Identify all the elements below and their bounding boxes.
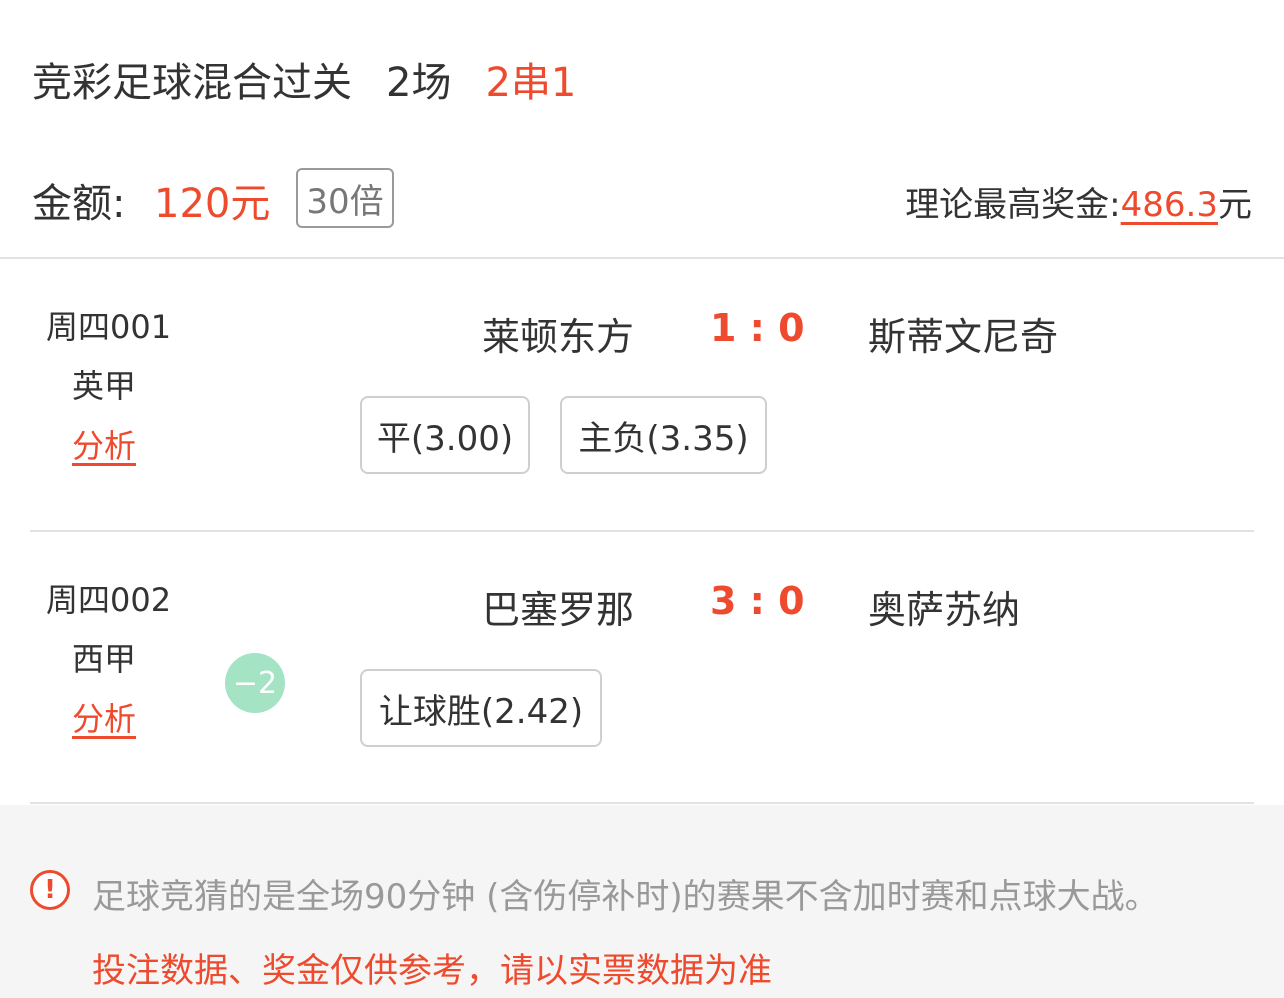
max-prize-label: 理论最高奖金: — [905, 185, 1121, 225]
league-name: 西甲 — [72, 640, 137, 678]
max-prize: 理论最高奖金:486.3元 — [905, 177, 1252, 226]
handicap-badge: −2 — [225, 653, 285, 713]
amount-label: 金额: — [32, 181, 126, 227]
notice-panel: ! 足球竞猜的是全场90分钟 (含伤停补时)的赛果不含加时赛和点球大战。 投注数… — [0, 805, 1284, 998]
bet-option-home-loss[interactable]: 主负(3.35) — [560, 396, 767, 474]
home-team: 莱顿东方 — [482, 315, 635, 359]
max-prize-value[interactable]: 486.3 — [1121, 185, 1218, 225]
rule-notice: 足球竞猜的是全场90分钟 (含伤停补时)的赛果不含加时赛和点球大战。 — [92, 877, 1159, 917]
match-score: 3 : 0 — [710, 579, 805, 623]
exclamation-circle-icon: ! — [30, 870, 70, 910]
amount-row: 金额: 120元 30倍 理论最高奖金:486.3元 — [32, 165, 1252, 233]
home-team: 巴塞罗那 — [482, 588, 635, 632]
bet-option-draw[interactable]: 平(3.00) — [360, 396, 530, 474]
analysis-link[interactable]: 分析 — [72, 421, 136, 467]
bet-header: 竞彩足球混合过关 2场 2串1 — [32, 52, 576, 106]
disclaimer-notice: 投注数据、奖金仅供参考，请以实票数据为准 — [92, 951, 772, 991]
league-name: 英甲 — [72, 367, 137, 405]
match-item: 周四002 西甲 分析 −2 巴塞罗那 3 : 0 奥萨苏纳 让球胜(2.42) — [0, 532, 1284, 802]
match-score: 1 : 0 — [710, 306, 805, 350]
away-team: 斯蒂文尼奇 — [868, 315, 1059, 359]
amount-value: 120元 — [154, 181, 271, 227]
match-number: 周四001 — [46, 308, 172, 346]
multiplier-box[interactable]: 30倍 — [296, 168, 394, 228]
bet-option-handicap-win[interactable]: 让球胜(2.42) — [360, 669, 602, 747]
analysis-link[interactable]: 分析 — [72, 694, 136, 740]
away-team: 奥萨苏纳 — [868, 588, 1021, 632]
match-item: 周四001 英甲 分析 莱顿东方 1 : 0 斯蒂文尼奇 平(3.00) 主负(… — [0, 259, 1284, 529]
divider — [30, 802, 1254, 804]
bet-detail-page: 竞彩足球混合过关 2场 2串1 金额: 120元 30倍 理论最高奖金:486.… — [0, 0, 1284, 998]
max-prize-unit: 元 — [1218, 185, 1252, 225]
match-count: 2场 — [386, 60, 452, 106]
play-type-title: 竞彩足球混合过关 — [32, 60, 352, 106]
match-number: 周四002 — [46, 581, 172, 619]
combo-type: 2串1 — [485, 60, 577, 106]
